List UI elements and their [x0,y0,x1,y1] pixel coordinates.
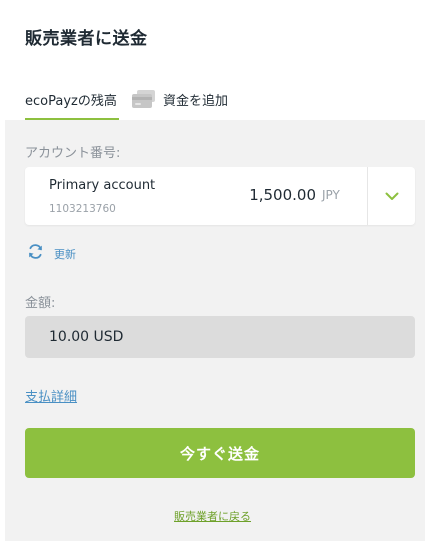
back-to-merchant-link[interactable]: 販売業者に戻る [0,508,425,524]
page-title: 販売業者に送金 [25,29,148,49]
tab-bar: ecoPayzの残高 資金を追加 [25,78,415,120]
account-currency: JPY [322,188,340,202]
amount-field: 10.00 USD [25,316,415,358]
tab-label: ecoPayzの残高 [25,93,117,109]
back-link-label: 販売業者に戻る [174,510,251,523]
tab-label: 資金を追加 [163,93,229,109]
payment-details-link[interactable]: 支払詳細 [25,386,77,405]
refresh-icon [27,243,44,264]
account-number: 1103213760 [49,203,116,215]
wallet-icon [131,88,159,110]
send-now-button[interactable]: 今すぐ送金 [25,428,415,478]
account-number-label: アカウント番号: [25,146,121,161]
amount-value: 10.00 USD [49,329,124,345]
account-select[interactable]: Primary account 1103213760 1,500.00 JPY [25,167,415,225]
tab-ecopayz-balance[interactable]: ecoPayzの残高 [25,78,119,120]
tab-add-funds[interactable]: 資金を追加 [131,78,228,120]
refresh-button[interactable]: 更新 [27,243,76,264]
account-balance: 1,500.00 [249,186,316,204]
account-name: Primary account [49,178,156,193]
chevron-down-icon[interactable] [368,167,415,225]
amount-label: 金額: [25,296,56,311]
refresh-label: 更新 [54,247,76,261]
